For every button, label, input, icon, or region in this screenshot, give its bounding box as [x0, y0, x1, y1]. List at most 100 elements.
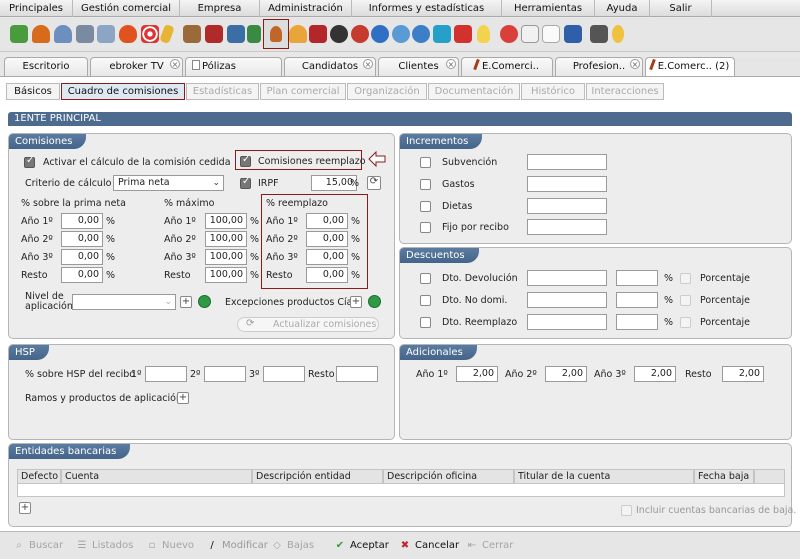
menu-gestion-comercial[interactable]: Gestión comercial — [73, 0, 180, 17]
gastos-input[interactable] — [527, 176, 607, 192]
pen-icon[interactable] — [590, 25, 608, 43]
prima-input[interactable]: 0,00 — [61, 249, 103, 265]
porcentaje-checkbox[interactable] — [680, 273, 691, 284]
dto-devolucion-pct-input[interactable] — [616, 270, 658, 286]
menu-principales[interactable]: Principales — [0, 0, 73, 17]
col-desc-oficina[interactable]: Descripción oficina — [383, 469, 514, 484]
nuevo-button[interactable]: ▫ Nuevo — [145, 538, 194, 554]
add-ramos-button[interactable]: + — [177, 392, 189, 404]
prima-input[interactable]: 0,00 — [61, 213, 103, 229]
dto-reemplazo-checkbox[interactable] — [420, 317, 431, 328]
close-icon[interactable]: × — [170, 59, 180, 69]
fijo-recibo-input[interactable] — [527, 219, 607, 235]
briefcase-icon[interactable] — [183, 25, 201, 43]
tab-basicos[interactable]: Básicos — [6, 83, 60, 100]
tab-estadisticas[interactable]: Estadísticas — [186, 83, 259, 100]
prima-input[interactable]: 0,00 — [61, 267, 103, 283]
dietas-checkbox[interactable] — [420, 201, 431, 212]
pie-icon[interactable] — [412, 25, 430, 43]
tab-polizas[interactable]: Pólizas — [185, 57, 282, 76]
menu-empresa[interactable]: Empresa — [180, 0, 260, 17]
close-icon[interactable]: × — [630, 59, 640, 69]
tab-ecomerci[interactable]: E.Comerci.. — [461, 57, 553, 76]
euro-icon[interactable] — [351, 25, 369, 43]
calculator-icon[interactable] — [247, 25, 261, 43]
dto-no-domi-pct-input[interactable] — [616, 292, 658, 308]
dto-reemplazo-pct-input[interactable] — [616, 314, 658, 330]
add-bank-button[interactable]: + — [19, 502, 31, 514]
column-menu-icon[interactable] — [754, 469, 785, 484]
maximo-input[interactable]: 100,00 — [205, 231, 247, 247]
adic-1-input[interactable]: 2,00 — [456, 366, 498, 382]
dietas-input[interactable] — [527, 198, 607, 214]
criterio-select[interactable]: Prima neta ⌄ — [113, 175, 224, 191]
dto-reemplazo-input[interactable] — [527, 314, 607, 330]
person-blue-icon[interactable] — [54, 25, 72, 43]
adic-2-input[interactable]: 2,00 — [545, 366, 587, 382]
monitor-icon[interactable] — [76, 25, 94, 43]
person-yellow-icon[interactable] — [289, 25, 307, 43]
porcentaje-checkbox[interactable] — [680, 295, 691, 306]
nivel-aplicacion-select[interactable]: ⌄ — [72, 294, 176, 310]
arrow-icon[interactable] — [309, 25, 327, 43]
tab-documentacion[interactable]: Documentación — [428, 83, 520, 100]
tab-ebroker-tv[interactable]: ebroker TV × — [90, 57, 183, 76]
cancelar-button[interactable]: ✖ Cancelar — [398, 538, 459, 554]
tab-interacciones[interactable]: Interacciones — [586, 83, 664, 100]
subvencion-input[interactable] — [527, 154, 607, 170]
cursor-icon[interactable] — [392, 25, 410, 43]
reemplazo-input[interactable]: 0,00 — [306, 213, 348, 229]
ball-icon[interactable] — [330, 25, 348, 43]
reemplazo-input[interactable]: 0,00 — [306, 267, 348, 283]
col-defecto[interactable]: Defecto — [17, 469, 61, 484]
pencil-icon[interactable] — [159, 23, 175, 45]
tab-organizacion[interactable]: Organización — [347, 83, 427, 100]
hsp-3-input[interactable] — [263, 366, 305, 382]
tab-ecomerc-2[interactable]: E.Comerc.. (2) — [645, 57, 735, 76]
adic-3-input[interactable]: 2,00 — [634, 366, 676, 382]
note-icon[interactable] — [521, 25, 539, 43]
close-icon[interactable]: × — [363, 59, 373, 69]
agent-icon[interactable] — [263, 19, 289, 49]
modificar-button[interactable]: / Modificar — [205, 538, 268, 554]
comisiones-reemplazo-checkbox[interactable] — [240, 154, 251, 167]
prima-input[interactable]: 0,00 — [61, 231, 103, 247]
reemplazo-input[interactable]: 0,00 — [306, 231, 348, 247]
subvencion-checkbox[interactable] — [420, 157, 431, 168]
maximo-input[interactable]: 100,00 — [205, 249, 247, 265]
add-excepcion-button[interactable]: + — [350, 296, 362, 308]
phone-icon[interactable] — [564, 25, 582, 43]
g-red-icon[interactable] — [454, 25, 472, 43]
fire-icon[interactable] — [119, 25, 137, 43]
menu-informes[interactable]: Informes y estadísticas — [352, 0, 502, 17]
porcentaje-checkbox[interactable] — [680, 317, 691, 328]
aceptar-button[interactable]: ✔ Aceptar — [333, 538, 389, 554]
reemplazo-input[interactable]: 0,00 — [306, 249, 348, 265]
refresh-green-icon[interactable] — [368, 295, 381, 308]
globe-icon[interactable] — [371, 25, 389, 43]
maximo-input[interactable]: 100,00 — [205, 267, 247, 283]
dto-devolucion-checkbox[interactable] — [420, 273, 431, 284]
refresh-green-icon[interactable] — [198, 295, 211, 308]
menu-herramientas[interactable]: Herramientas — [502, 0, 595, 17]
screen-icon[interactable] — [97, 25, 115, 43]
tab-historico[interactable]: Histórico — [521, 83, 585, 100]
cerrar-button[interactable]: ⇤ Cerrar — [465, 538, 514, 554]
lightbulb-icon[interactable] — [477, 25, 490, 43]
document-icon[interactable] — [542, 25, 560, 43]
col-fecha-baja[interactable]: Fecha baja — [694, 469, 754, 484]
refresh-icon[interactable] — [433, 25, 451, 43]
gastos-checkbox[interactable] — [420, 179, 431, 190]
dto-no-domi-checkbox[interactable] — [420, 295, 431, 306]
hsp-resto-input[interactable] — [336, 366, 378, 382]
incluir-bajas-checkbox[interactable] — [621, 505, 632, 516]
add-nivel-button[interactable]: + — [180, 296, 192, 308]
close-icon[interactable]: × — [446, 59, 456, 69]
tab-clientes[interactable]: Clientes × — [378, 57, 459, 76]
bajas-button[interactable]: ◇ Bajas — [270, 538, 314, 554]
tab-plan-comercial[interactable]: Plan comercial — [260, 83, 346, 100]
car-icon[interactable] — [227, 25, 245, 43]
irpf-checkbox[interactable] — [240, 176, 251, 189]
tab-escritorio[interactable]: Escritorio — [4, 57, 88, 76]
fijo-recibo-checkbox[interactable] — [420, 222, 431, 233]
